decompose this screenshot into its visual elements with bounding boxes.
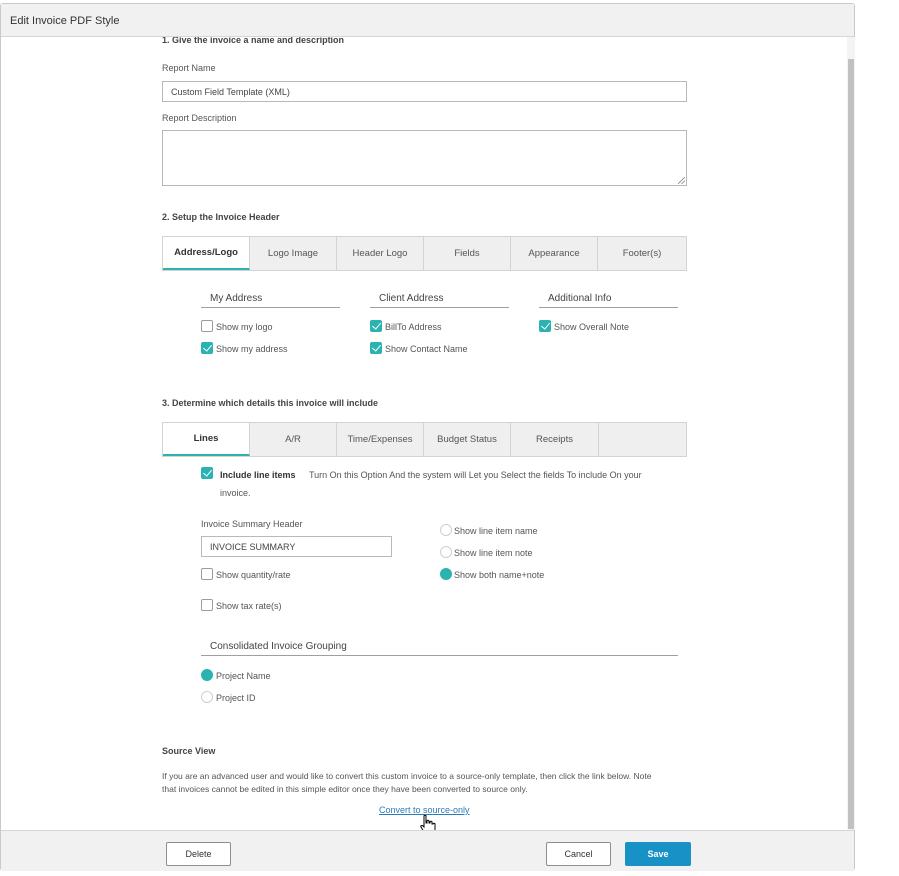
show-overall-note-checkbox[interactable] xyxy=(539,320,551,332)
client-address-heading: Client Address xyxy=(370,293,509,308)
show-contact-name-label: Show Contact Name xyxy=(385,344,468,354)
edit-invoice-dialog: Edit Invoice PDF Style 1. Give the invoi… xyxy=(0,3,855,871)
show-both-name-note-radio[interactable] xyxy=(440,568,452,580)
include-line-items-label: Include line items xyxy=(220,470,296,480)
source-view-description: If you are an advanced user and would li… xyxy=(162,770,702,796)
show-tax-rate-checkbox[interactable] xyxy=(201,599,213,611)
additional-info-heading: Additional Info xyxy=(539,293,678,308)
tab-logo-image[interactable]: Logo Image xyxy=(250,237,337,270)
summary-header-input[interactable]: INVOICE SUMMARY xyxy=(201,536,392,557)
convert-source-only-link[interactable]: Convert to source-only xyxy=(379,805,470,815)
project-name-radio[interactable] xyxy=(201,669,213,681)
report-description-textarea[interactable] xyxy=(162,130,687,186)
tab-ar[interactable]: A/R xyxy=(250,423,337,456)
billto-address-label: BillTo Address xyxy=(385,322,442,332)
summary-header-value: INVOICE SUMMARY xyxy=(210,541,296,552)
source-view-description-line2: that invoices cannot be edited in this s… xyxy=(162,784,528,794)
show-quantity-rate-checkbox[interactable] xyxy=(201,568,213,580)
section1-title: 1. Give the invoice a name and descripti… xyxy=(162,37,345,45)
tab-fields[interactable]: Fields xyxy=(424,237,511,270)
my-address-heading: My Address xyxy=(201,293,340,308)
report-description-label: Report Description xyxy=(162,113,237,123)
resize-handle-icon[interactable] xyxy=(678,177,685,184)
tabs-filler xyxy=(599,423,686,456)
vertical-scrollbar[interactable] xyxy=(847,37,855,830)
tab-header-logo[interactable]: Header Logo xyxy=(337,237,424,270)
tab-address-logo[interactable]: Address/Logo xyxy=(163,237,250,270)
show-quantity-rate-label: Show quantity/rate xyxy=(216,570,291,580)
show-contact-name-checkbox[interactable] xyxy=(370,342,382,354)
dialog-footer: Delete Cancel Save xyxy=(1,830,854,871)
include-line-items-checkbox[interactable] xyxy=(201,467,213,479)
report-name-input[interactable]: Custom Field Template (XML) xyxy=(162,81,687,102)
details-tabs: Lines A/R Time/Expenses Budget Status Re… xyxy=(162,422,687,457)
tab-receipts[interactable]: Receipts xyxy=(511,423,599,456)
section2-title: 2. Setup the Invoice Header xyxy=(162,212,280,222)
project-id-label: Project ID xyxy=(216,693,256,703)
show-my-logo-checkbox[interactable] xyxy=(201,320,213,332)
report-name-value: Custom Field Template (XML) xyxy=(171,86,290,97)
show-my-logo-label: Show my logo xyxy=(216,322,273,332)
show-line-item-note-radio[interactable] xyxy=(440,546,452,558)
show-both-name-note-label: Show both name+note xyxy=(454,570,545,580)
source-view-title: Source View xyxy=(162,746,216,756)
hand-cursor-icon xyxy=(420,815,436,830)
project-id-radio[interactable] xyxy=(201,691,213,703)
dialog-body[interactable]: 1. Give the invoice a name and descripti… xyxy=(1,37,854,830)
tab-appearance[interactable]: Appearance xyxy=(511,237,598,270)
billto-address-checkbox[interactable] xyxy=(370,320,382,332)
include-line-items-description-cont: invoice. xyxy=(220,488,251,498)
show-overall-note-label: Show Overall Note xyxy=(554,322,630,332)
report-name-label: Report Name xyxy=(162,63,216,73)
cancel-button[interactable]: Cancel xyxy=(546,842,611,866)
show-my-address-label: Show my address xyxy=(216,344,288,354)
include-line-items-description: Turn On this Option And the system will … xyxy=(309,470,642,480)
delete-button[interactable]: Delete xyxy=(166,842,231,866)
scrollbar-thumb[interactable] xyxy=(848,59,854,829)
show-line-item-note-label: Show line item note xyxy=(454,548,533,558)
summary-header-label: Invoice Summary Header xyxy=(201,519,303,529)
tab-footers[interactable]: Footer(s) xyxy=(598,237,686,270)
project-name-label: Project Name xyxy=(216,671,271,681)
tab-budget-status[interactable]: Budget Status xyxy=(424,423,511,456)
save-button[interactable]: Save xyxy=(625,842,691,866)
grouping-heading: Consolidated Invoice Grouping xyxy=(201,641,678,656)
show-line-item-name-label: Show line item name xyxy=(454,526,538,536)
tab-time-expenses[interactable]: Time/Expenses xyxy=(337,423,424,456)
header-tabs: Address/Logo Logo Image Header Logo Fiel… xyxy=(162,236,687,271)
show-tax-rate-label: Show tax rate(s) xyxy=(216,601,282,611)
show-line-item-name-radio[interactable] xyxy=(440,524,452,536)
dialog-header: Edit Invoice PDF Style xyxy=(1,4,854,37)
source-view-description-line1: If you are an advanced user and would li… xyxy=(162,771,652,781)
tab-lines[interactable]: Lines xyxy=(163,423,250,456)
dialog-title: Edit Invoice PDF Style xyxy=(10,15,120,27)
show-my-address-checkbox[interactable] xyxy=(201,342,213,354)
section3-title: 3. Determine which details this invoice … xyxy=(162,398,379,408)
